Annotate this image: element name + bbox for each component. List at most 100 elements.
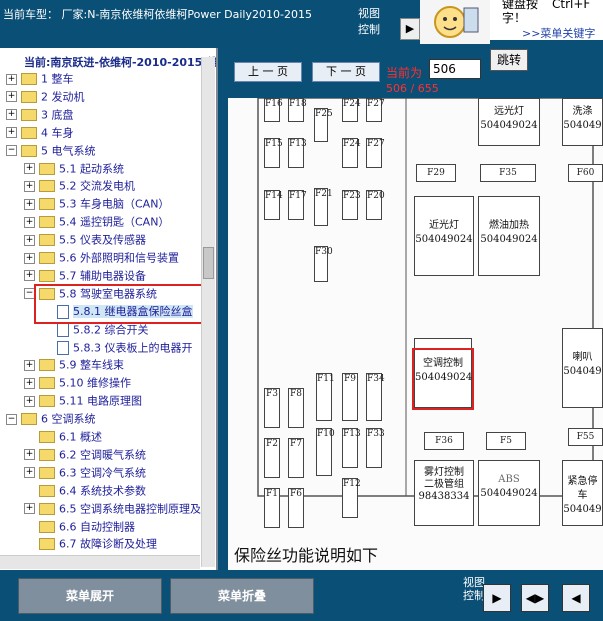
- tree-item[interactable]: 6.4 系统技术参数: [24, 482, 146, 499]
- tree-item[interactable]: 6.6 自动控制器: [24, 518, 135, 535]
- prev-page-button[interactable]: 上 一 页: [234, 62, 302, 82]
- relay-name: 近光灯: [429, 220, 459, 231]
- folder-icon: [21, 90, 37, 103]
- relay-low-beam: 近光灯 504049024: [414, 196, 474, 276]
- fuse-f7: F7: [288, 438, 304, 478]
- tree-item-label: 5 电气系统: [41, 144, 96, 158]
- relay-name: 洗涤: [572, 106, 593, 117]
- tree-item[interactable]: +5.1 起动系统: [24, 160, 124, 177]
- expand-icon[interactable]: +: [24, 377, 35, 389]
- menu-collapse-button[interactable]: 菜单折叠: [170, 578, 314, 614]
- relay-name: 雾灯控制 二极管组: [424, 467, 464, 490]
- expand-icon[interactable]: +: [24, 198, 35, 210]
- tree-item[interactable]: +5.5 仪表及传感器: [24, 231, 146, 248]
- view-right-button[interactable]: ▶: [483, 584, 511, 612]
- view-toggle-button[interactable]: ▶: [400, 18, 420, 40]
- tree-item-label: 2 发动机: [41, 90, 85, 104]
- folder-icon: [39, 520, 55, 533]
- folder-icon: [39, 180, 55, 193]
- expand-icon[interactable]: +: [24, 252, 35, 264]
- menu-keyword-link[interactable]: >>菜单关键字: [522, 25, 595, 41]
- expand-icon[interactable]: +: [6, 91, 17, 103]
- tree-item[interactable]: +2 发动机: [6, 88, 85, 105]
- tree-item[interactable]: 6.7 故障诊断及处理: [24, 535, 157, 552]
- fuse-f5: F5: [486, 432, 526, 450]
- tree-item[interactable]: +5.6 外部照明和信号装置: [24, 249, 179, 266]
- tree-item[interactable]: +6.3 空调冷气系统: [24, 464, 146, 481]
- expand-icon[interactable]: +: [24, 359, 35, 371]
- tree-item-label: 6.6 自动控制器: [59, 520, 135, 533]
- fuse-f25: F25: [314, 108, 333, 142]
- folder-icon: [21, 144, 37, 157]
- expand-icon[interactable]: +: [24, 395, 35, 407]
- expand-icon[interactable]: +: [6, 73, 17, 85]
- tree-item[interactable]: +1 整车: [6, 70, 74, 87]
- expand-icon[interactable]: +: [24, 467, 35, 479]
- tree-item[interactable]: +6.5 空调系统电器控制原理及: [24, 500, 201, 517]
- jump-button[interactable]: 跳转: [490, 49, 528, 71]
- expand-icon[interactable]: +: [24, 163, 35, 174]
- tree-item[interactable]: − 5 电气系统: [6, 142, 96, 159]
- tree-item[interactable]: +5.11 电路原理图: [24, 392, 142, 409]
- tree-item-label: 1 整车: [41, 72, 74, 86]
- relay-code: 504049: [563, 504, 602, 515]
- folder-icon: [39, 198, 55, 211]
- tree-item[interactable]: − 6 空调系统: [6, 410, 96, 427]
- scroll-thumb[interactable]: [203, 247, 214, 279]
- collapse-icon[interactable]: −: [6, 413, 17, 425]
- tree-item[interactable]: +5.7 辅助电器设备: [24, 267, 146, 284]
- expand-icon[interactable]: +: [6, 127, 17, 139]
- expand-icon[interactable]: +: [24, 449, 35, 461]
- tree-item[interactable]: +5.3 车身电脑（CAN）: [24, 195, 169, 212]
- expand-icon[interactable]: +: [24, 180, 35, 192]
- relay-fuel-heater: 燃油加热 504049024: [478, 196, 540, 276]
- tree-item[interactable]: +4 车身: [6, 124, 74, 141]
- next-page-label: 下 一 页: [326, 65, 366, 78]
- menu-expand-button[interactable]: 菜单展开: [18, 578, 162, 614]
- expand-icon[interactable]: +: [6, 109, 17, 121]
- tree-item[interactable]: +5.9 整车线束: [24, 356, 124, 373]
- folder-icon: [21, 73, 37, 85]
- fuse-f9: F9: [342, 373, 358, 421]
- document-icon: [57, 322, 69, 337]
- collapse-icon[interactable]: −: [6, 145, 17, 157]
- expand-icon[interactable]: +: [24, 270, 35, 282]
- tree-item[interactable]: +6.2 空调暖气系统: [24, 446, 146, 463]
- page-number-input[interactable]: 506: [429, 59, 481, 79]
- fuse-f21: F21: [314, 188, 333, 226]
- view-split-button[interactable]: ◀▶: [521, 584, 549, 612]
- folder-icon: [21, 413, 37, 426]
- relay-code: 98438334: [418, 491, 470, 502]
- horizontal-scrollbar[interactable]: [0, 555, 200, 569]
- relay-code: 504049024: [415, 234, 473, 245]
- tree-item[interactable]: 6.1 概述: [24, 428, 102, 445]
- tree-item-label: 5.4 遥控钥匙（CAN）: [59, 215, 170, 229]
- expand-icon[interactable]: +: [24, 216, 35, 228]
- tree-item[interactable]: +5.4 遥控钥匙（CAN）: [24, 213, 169, 230]
- vertical-scrollbar[interactable]: [201, 57, 215, 567]
- fuse-f17: F17: [288, 190, 307, 220]
- next-page-button[interactable]: 下 一 页: [312, 62, 380, 82]
- relay-name: 喇叭: [572, 352, 593, 363]
- bottom-bar: 菜单展开 菜单折叠 视图 控制 ▶ ◀▶ ◀: [0, 570, 603, 621]
- current-car-type: 当前车型： 厂家:N-南京依维柯依维柯Power Daily2010-2015: [3, 8, 312, 21]
- page-nav-bar: 上 一 页 下 一 页 当前为 506 跳转 506 / 655: [228, 44, 603, 98]
- tree-item[interactable]: +5.2 交流发电机: [24, 177, 135, 194]
- relay-code: 504049: [563, 366, 602, 377]
- tree-item-label: 4 车身: [41, 126, 74, 140]
- tree-item[interactable]: 5.8.3 仪表板上的电器开: [42, 339, 193, 356]
- tree-item-label: 5.2 交流发电机: [59, 179, 135, 193]
- fuse-f28: F20: [366, 190, 385, 220]
- view-left-button[interactable]: ◀: [562, 584, 590, 612]
- tree-item-label: 5.7 辅助电器设备: [59, 269, 146, 283]
- expand-icon[interactable]: +: [24, 234, 35, 246]
- expand-icon[interactable]: +: [24, 503, 35, 515]
- folder-icon: [39, 431, 55, 443]
- fuse-f24b: F24: [342, 138, 361, 168]
- tree-item[interactable]: +3 底盘: [6, 106, 74, 123]
- fuse-f13b: F13: [342, 428, 361, 468]
- tree-item[interactable]: +5.10 维修操作: [24, 374, 131, 391]
- fuse-f13: F13: [288, 138, 307, 168]
- folder-icon: [39, 234, 55, 247]
- fuse-f36: F36: [424, 432, 464, 450]
